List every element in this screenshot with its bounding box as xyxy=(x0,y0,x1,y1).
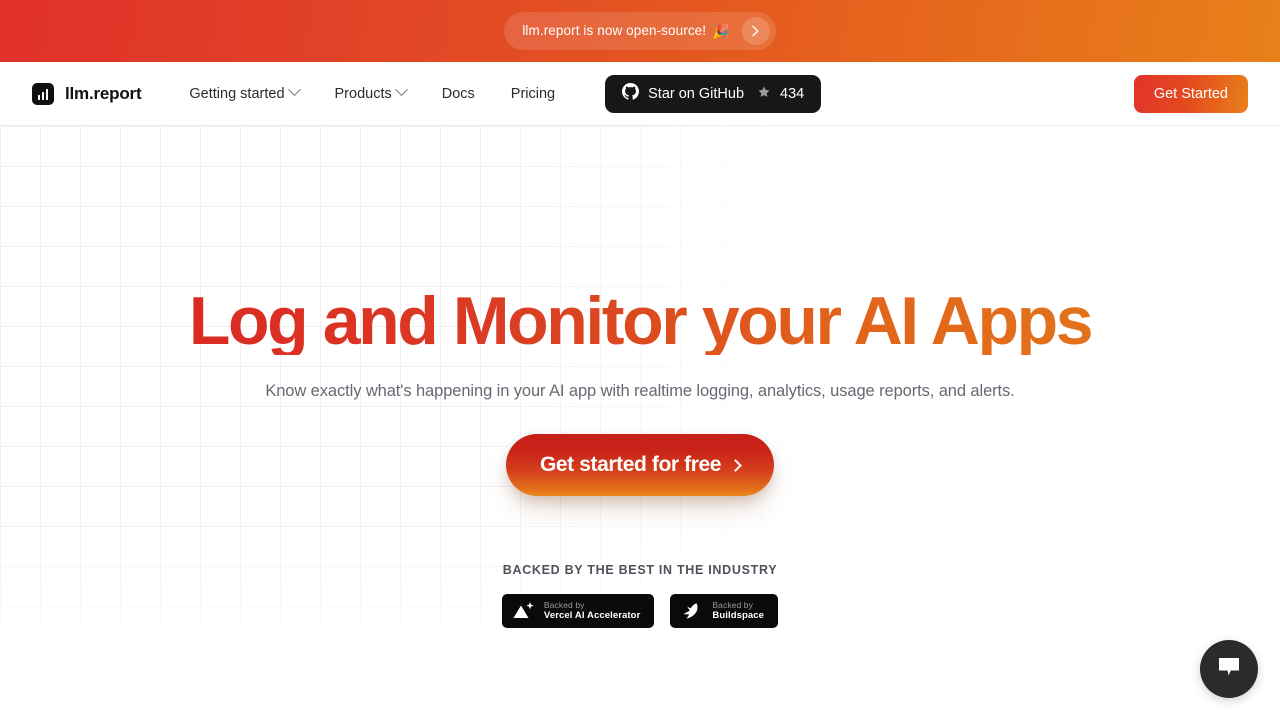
star-icon xyxy=(757,85,771,102)
badge-buildspace[interactable]: Backed by Buildspace xyxy=(670,594,779,628)
party-popper-icon: 🎉 xyxy=(712,23,730,39)
brand-name: llm.report xyxy=(65,83,142,103)
badge-label: Buildspace xyxy=(712,609,765,621)
bar-chart-logo-icon xyxy=(32,82,54,105)
hero-section: Log and Monitor your AI Apps Know exactl… xyxy=(0,126,1280,720)
get-started-button[interactable]: Get Started xyxy=(1133,74,1248,113)
announcement-banner: llm.report is now open-source! 🎉 xyxy=(0,0,1280,62)
backed-by-title: BACKED BY THE BEST IN THE INDUSTRY xyxy=(502,563,778,577)
backed-by-badges: Backed by Vercel AI Accelerator Backed b… xyxy=(501,594,779,628)
announcement-label: llm.report is now open-source! xyxy=(522,23,707,39)
hero-cta-wrap: Get started for free xyxy=(505,434,775,496)
backed-by-section: BACKED BY THE BEST IN THE INDUSTRY Backe… xyxy=(501,563,779,628)
badge-sublabel: Backed by xyxy=(712,599,753,610)
nav-item-label: Products xyxy=(334,85,392,102)
badge-label: Vercel AI Accelerator xyxy=(543,609,641,621)
page-root: llm.report is now open-source! 🎉 llm.rep… xyxy=(0,0,1280,720)
site-header: llm.report Getting started Products Docs… xyxy=(0,62,1280,126)
nav-item-label: Getting started xyxy=(189,85,285,102)
buildspace-arrow-icon xyxy=(680,600,702,622)
nav-item-getting-started[interactable]: Getting started xyxy=(171,80,316,108)
nav-item-label: Pricing xyxy=(510,85,556,102)
chat-bubble-icon xyxy=(1216,655,1242,684)
github-button-label: Star on GitHub xyxy=(648,85,745,102)
page-title: Log and Monitor your AI Apps xyxy=(188,283,1094,359)
nav-item-products[interactable]: Products xyxy=(317,80,424,108)
github-icon xyxy=(622,83,640,104)
announcement-text-wrap: llm.report is now open-source! 🎉 xyxy=(522,24,729,38)
chat-widget-button[interactable] xyxy=(1200,640,1258,698)
vercel-triangle-icon xyxy=(512,600,534,622)
github-star-count: 434 xyxy=(780,85,805,102)
nav-item-pricing[interactable]: Pricing xyxy=(493,80,573,108)
announcement-pill[interactable]: llm.report is now open-source! 🎉 xyxy=(504,12,776,50)
badge-vercel-ai-accelerator[interactable]: Backed by Vercel AI Accelerator xyxy=(501,594,655,628)
chevron-right-icon xyxy=(729,459,742,472)
hero-cta-label: Get started for free xyxy=(539,453,722,476)
chevron-down-icon xyxy=(394,83,408,97)
badge-text: Backed by Buildspace xyxy=(712,599,765,622)
hero-subtitle: Know exactly what's happening in your AI… xyxy=(265,382,1015,400)
brand-logo[interactable]: llm.report xyxy=(32,82,142,105)
nav-item-docs[interactable]: Docs xyxy=(424,80,493,108)
chevron-right-icon[interactable] xyxy=(741,17,770,45)
chevron-down-icon xyxy=(287,83,301,97)
main-nav: Getting started Products Docs Pricing xyxy=(171,80,573,108)
get-started-for-free-button[interactable]: Get started for free xyxy=(505,434,775,496)
nav-item-label: Docs xyxy=(441,85,475,102)
badge-sublabel: Backed by xyxy=(543,599,585,610)
star-on-github-button[interactable]: Star on GitHub 434 xyxy=(605,74,822,113)
badge-text: Backed by Vercel AI Accelerator xyxy=(543,599,641,622)
